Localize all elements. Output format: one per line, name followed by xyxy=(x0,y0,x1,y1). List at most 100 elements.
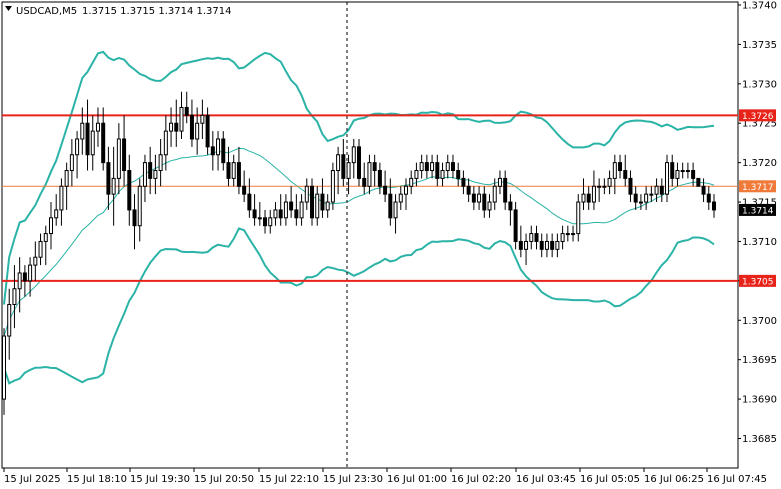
candle-body-bear xyxy=(424,162,429,172)
candle-body-bull xyxy=(403,185,408,195)
x-tick-label: 15 Jul 2025 xyxy=(4,474,61,485)
y-tick-label: 1.3700 xyxy=(742,316,777,327)
y-tick-label: 1.3685 xyxy=(742,434,777,445)
candle-body-bull xyxy=(54,209,59,219)
candle-body-bear xyxy=(252,209,257,219)
candle-body-bull xyxy=(163,130,168,156)
candle-body-bull xyxy=(560,233,565,242)
candle-body-bull xyxy=(64,170,69,187)
candle-body-bull xyxy=(393,201,398,219)
candle-body-bull xyxy=(273,209,278,219)
candle-body-bear xyxy=(247,193,252,211)
candle-body-bull xyxy=(419,162,424,172)
candle-body-bull xyxy=(487,201,492,211)
y-tick-label: 1.3720 xyxy=(742,158,777,169)
candle-body-bull xyxy=(179,106,184,132)
candle-body-bull xyxy=(597,185,602,188)
candle-body-bear xyxy=(701,185,706,195)
candle-body-bear xyxy=(659,185,664,195)
x-tick-label: 15 Jul 23:30 xyxy=(323,474,383,485)
candle-body-bull xyxy=(28,264,33,282)
candle-body-bear xyxy=(320,193,325,211)
candle-body-bull xyxy=(555,240,560,250)
candle-body-bull xyxy=(195,122,200,140)
candle-body-bull xyxy=(477,193,482,203)
candle-body-bear xyxy=(236,162,241,187)
candle-body-bear xyxy=(278,209,283,219)
candle-body-bull xyxy=(80,122,85,140)
candle-body-bull xyxy=(607,177,612,187)
candle-body-bull xyxy=(665,162,670,195)
y-tick-label: 1.3690 xyxy=(742,395,777,406)
x-tick-label: 16 Jul 01:00 xyxy=(387,474,447,485)
candle-body-bear xyxy=(706,193,711,203)
candle-body-bull xyxy=(497,177,502,187)
candle-body-bear xyxy=(696,177,701,187)
candle-body-bear xyxy=(388,193,393,219)
candle-body-bull xyxy=(153,170,158,179)
candle-body-bear xyxy=(127,170,132,211)
candle-body-bull xyxy=(336,154,341,172)
candle-body-bear xyxy=(210,146,215,156)
candle-body-bear xyxy=(184,106,189,116)
candle-body-bull xyxy=(315,193,320,219)
candle-body-bear xyxy=(310,185,315,219)
candle-body-bull xyxy=(644,193,649,203)
candle-body-bull xyxy=(325,201,330,211)
candle-body-bull xyxy=(680,170,685,173)
candle-body-bull xyxy=(351,146,356,164)
candle-body-bear xyxy=(132,209,137,227)
candle-body-bear xyxy=(471,193,476,203)
candle-body-bull xyxy=(257,217,262,220)
candle-body-bull xyxy=(445,162,450,172)
candle-body-bear xyxy=(712,201,716,211)
candle-body-bear xyxy=(85,122,90,156)
candle-body-bull xyxy=(169,122,174,132)
candle-body-bull xyxy=(576,201,581,235)
chart-canvas[interactable]: 1.37401.37351.37301.37251.37201.37151.37… xyxy=(0,0,781,489)
candle-body-bull xyxy=(299,201,304,219)
candle-body-bull xyxy=(283,201,288,219)
y-tick-label: 1.3735 xyxy=(742,40,777,51)
candle-body-bear xyxy=(221,138,226,164)
level-tag-text: 1.3705 xyxy=(742,277,774,287)
candle-body-bear xyxy=(518,240,523,250)
candle-body-bull xyxy=(581,193,586,203)
candle-body-bull xyxy=(33,256,38,266)
candle-body-bull xyxy=(7,304,12,337)
candle-body-bull xyxy=(17,272,22,290)
x-tick-label: 15 Jul 18:10 xyxy=(67,474,127,485)
y-tick-label: 1.3730 xyxy=(742,79,777,90)
candle-body-bull xyxy=(304,185,309,203)
candle-body-bull xyxy=(330,170,335,203)
x-tick-label: 16 Jul 07:45 xyxy=(707,474,767,485)
candle-body-bear xyxy=(503,177,508,203)
candle-body-bear xyxy=(461,177,466,187)
candle-body-bear xyxy=(550,240,555,250)
candle-body-bull xyxy=(137,185,142,227)
candle-body-bull xyxy=(638,201,643,204)
candle-body-bull xyxy=(492,185,497,203)
candle-body-bear xyxy=(122,138,127,172)
candle-body-bear xyxy=(623,170,628,179)
candle-body-bull xyxy=(409,177,414,187)
candle-body-bear xyxy=(466,185,471,195)
x-tick-label: 16 Jul 02:20 xyxy=(451,474,511,485)
candle-body-bear xyxy=(628,177,633,195)
candle-body-bull xyxy=(367,162,372,187)
candle-body-bull xyxy=(200,114,205,124)
candle-body-bear xyxy=(586,193,591,203)
price-chart[interactable]: 1.3740 1.3735 1.3730 1.3725 1.3720 1.3715 1.37… xyxy=(0,0,781,489)
candle-body-bear xyxy=(435,162,440,179)
candle-body-bear xyxy=(670,162,675,179)
candle-body-bear xyxy=(205,114,210,148)
candle[interactable] xyxy=(696,177,701,187)
candle-body-bull xyxy=(544,240,549,250)
candle-body-bull xyxy=(414,170,419,179)
candle-body-bear xyxy=(289,201,294,211)
candle-body-bull xyxy=(111,177,116,195)
candle-body-bull xyxy=(565,233,570,236)
x-tick-label: 15 Jul 22:10 xyxy=(259,474,319,485)
candle-body-bear xyxy=(633,193,638,203)
candle-body-bull xyxy=(69,154,74,172)
